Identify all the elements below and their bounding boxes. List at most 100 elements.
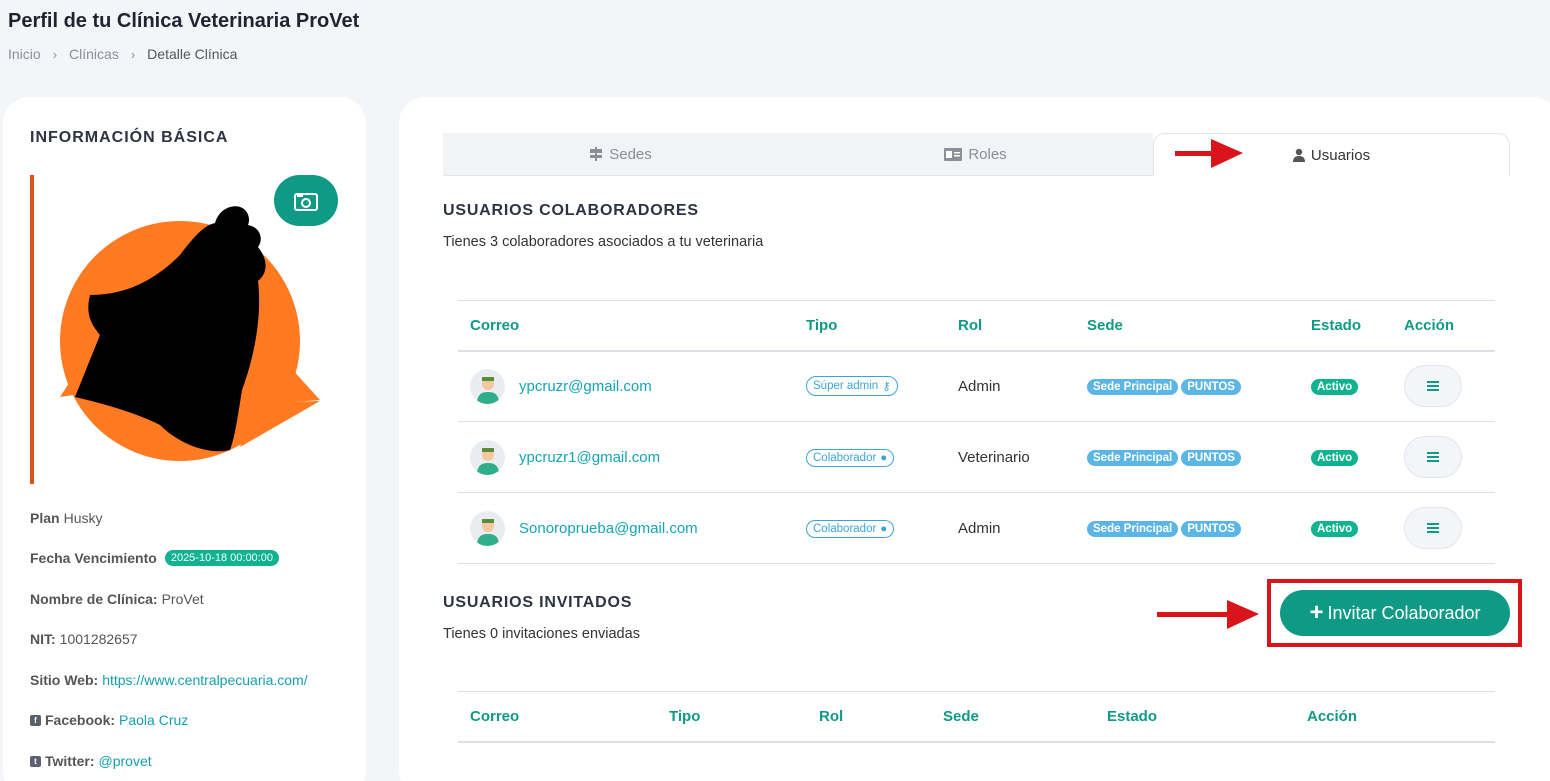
tab-usuarios-label: Usuarios [1310, 146, 1371, 164]
sede-badge: Sede Principal [1087, 450, 1179, 466]
breadcrumb-clinics[interactable]: Clínicas [69, 46, 119, 62]
col-sede: Sede [931, 691, 1095, 743]
nit-row: NIT: 1001282657 [30, 631, 138, 647]
menu-icon [1427, 523, 1439, 533]
clinic-name-label: Nombre de Clínica: [30, 591, 158, 607]
puntos-badge: PUNTOS [1181, 450, 1241, 466]
id-card-icon [944, 147, 963, 161]
page-title: Perfil de tu Clínica Veterinaria ProVet [8, 10, 360, 32]
website-label: Sitio Web: [30, 672, 99, 688]
basic-info-card: INFORMACIÓN BÁSICA Plan Husky Fecha Venc… [3, 97, 366, 781]
table-header-row: Correo Tipo Rol Sede Estado Acción [458, 691, 1495, 743]
user-type-badge: Colaborador ● [806, 448, 895, 467]
basic-info-heading: INFORMACIÓN BÁSICA [30, 129, 229, 146]
invited-subtitle: Tienes 0 invitaciones enviadas [443, 626, 640, 642]
expiry-row: Fecha Vencimiento 2025-10-18 00:00:00 [30, 550, 279, 566]
table-header-row: Correo Tipo Rol Sede Estado Acción [458, 300, 1495, 352]
puntos-badge: PUNTOS [1181, 379, 1241, 396]
tab-sedes-label: Sedes [609, 145, 652, 163]
col-accion: Acción [1392, 300, 1495, 352]
facebook-row: f Facebook: Paola Cruz [30, 712, 188, 728]
user-type-label: Colaborador [813, 522, 877, 535]
website-link[interactable]: https://www.centralpecuaria.com/ [102, 672, 307, 688]
breadcrumb-home[interactable]: Inicio [8, 46, 41, 62]
user-role: Admin [946, 350, 1075, 422]
invited-title: USUARIOS INVITADOS [443, 594, 633, 611]
sede-badge: Sede Principal [1087, 379, 1179, 396]
col-rol: Rol [946, 300, 1075, 352]
clinic-name-value: ProVet [161, 591, 204, 607]
col-sede: Sede [1075, 300, 1299, 352]
invited-table: Correo Tipo Rol Sede Estado Acción [458, 691, 1495, 743]
collaborators-table: Correo Tipo Rol Sede Estado Acción ypcru… [458, 300, 1495, 564]
twitter-link[interactable]: @provet [99, 753, 152, 769]
user-tie-icon [1292, 148, 1305, 162]
collaborators-subtitle: Tienes 3 colaboradores asociados a tu ve… [443, 234, 764, 250]
plan-label: Plan [30, 510, 60, 526]
col-rol: Rol [807, 691, 931, 743]
facebook-icon: f [30, 714, 41, 726]
user-icon: ● [880, 522, 888, 535]
breadcrumb: Inicio › Clínicas › Detalle Clínica [8, 46, 237, 62]
user-type-label: Súper admin [813, 380, 879, 393]
change-photo-button[interactable] [274, 175, 338, 226]
tab-bar: Sedes Roles Usuarios [443, 133, 1510, 176]
user-type-badge: Colaborador ● [806, 519, 895, 538]
vet-avatar-icon [470, 368, 505, 404]
col-tipo: Tipo [794, 300, 946, 352]
menu-icon [1427, 381, 1439, 392]
nit-value: 1001282657 [59, 631, 138, 647]
expiry-date-badge: 2025-10-18 00:00:00 [164, 550, 279, 566]
facebook-link[interactable]: Paola Cruz [119, 712, 188, 728]
user-type-label: Colaborador [813, 451, 877, 464]
breadcrumb-current: Detalle Clínica [147, 46, 238, 62]
status-badge: Activo [1311, 379, 1359, 396]
plan-value: Husky [63, 510, 103, 526]
facebook-label: Facebook: [45, 712, 116, 728]
users-card: Sedes Roles Usuarios USUARIOS COLABORADO… [399, 97, 1550, 781]
status-badge: Activo [1311, 450, 1359, 466]
clinic-name-row: Nombre de Clínica: ProVet [30, 591, 204, 607]
nit-label: NIT: [30, 631, 56, 647]
table-row: ypcruzr@gmail.com Súper admin ⚷ Admin Sed… [458, 350, 1495, 422]
vet-avatar-icon [470, 510, 505, 546]
col-estado: Estado [1299, 300, 1392, 352]
puntos-badge: PUNTOS [1181, 521, 1241, 537]
chevron-right-icon: › [52, 46, 58, 62]
sede-badge: Sede Principal [1087, 521, 1179, 537]
tab-roles-label: Roles [968, 145, 1007, 163]
user-email[interactable]: ypcruzr1@gmail.com [519, 449, 660, 466]
status-badge: Activo [1311, 521, 1359, 537]
table-row: ypcruzr1@gmail.com Colaborador ● Veterina… [458, 421, 1495, 493]
annotation-arrow-icon [1175, 139, 1243, 168]
plan-row: Plan Husky [30, 510, 102, 526]
plus-icon: + [1309, 599, 1324, 626]
row-menu-button[interactable] [1404, 507, 1462, 549]
signpost-icon [590, 147, 603, 161]
col-correo: Correo [458, 691, 657, 743]
chevron-right-icon: › [130, 46, 136, 62]
invite-button-label: Invitar Colaborador [1327, 602, 1481, 623]
table-row: Sonoroprueba@gmail.com Colaborador ● Admi… [458, 492, 1495, 564]
user-icon: ● [880, 451, 888, 464]
row-menu-button[interactable] [1404, 365, 1462, 408]
menu-icon [1427, 452, 1439, 462]
twitter-row: t Twitter: @provet [30, 753, 152, 769]
tab-roles[interactable]: Roles [798, 133, 1153, 176]
row-menu-button[interactable] [1404, 436, 1462, 478]
col-correo: Correo [458, 300, 794, 352]
user-email[interactable]: Sonoroprueba@gmail.com [519, 520, 698, 537]
user-role: Admin [946, 492, 1075, 564]
website-row: Sitio Web: https://www.centralpecuaria.c… [30, 672, 308, 688]
invite-collaborator-button[interactable]: + Invitar Colaborador [1280, 590, 1510, 636]
annotation-arrow-icon [1157, 600, 1259, 629]
twitter-icon: t [30, 755, 41, 767]
camera-icon [294, 192, 318, 211]
tab-sedes[interactable]: Sedes [443, 133, 798, 176]
col-estado: Estado [1095, 691, 1295, 743]
collaborators-title: USUARIOS COLABORADORES [443, 202, 699, 219]
user-email[interactable]: ypcruzr@gmail.com [519, 378, 652, 395]
vet-avatar-icon [470, 439, 505, 475]
col-tipo: Tipo [657, 691, 807, 743]
user-type-badge: Súper admin ⚷ [806, 376, 898, 397]
